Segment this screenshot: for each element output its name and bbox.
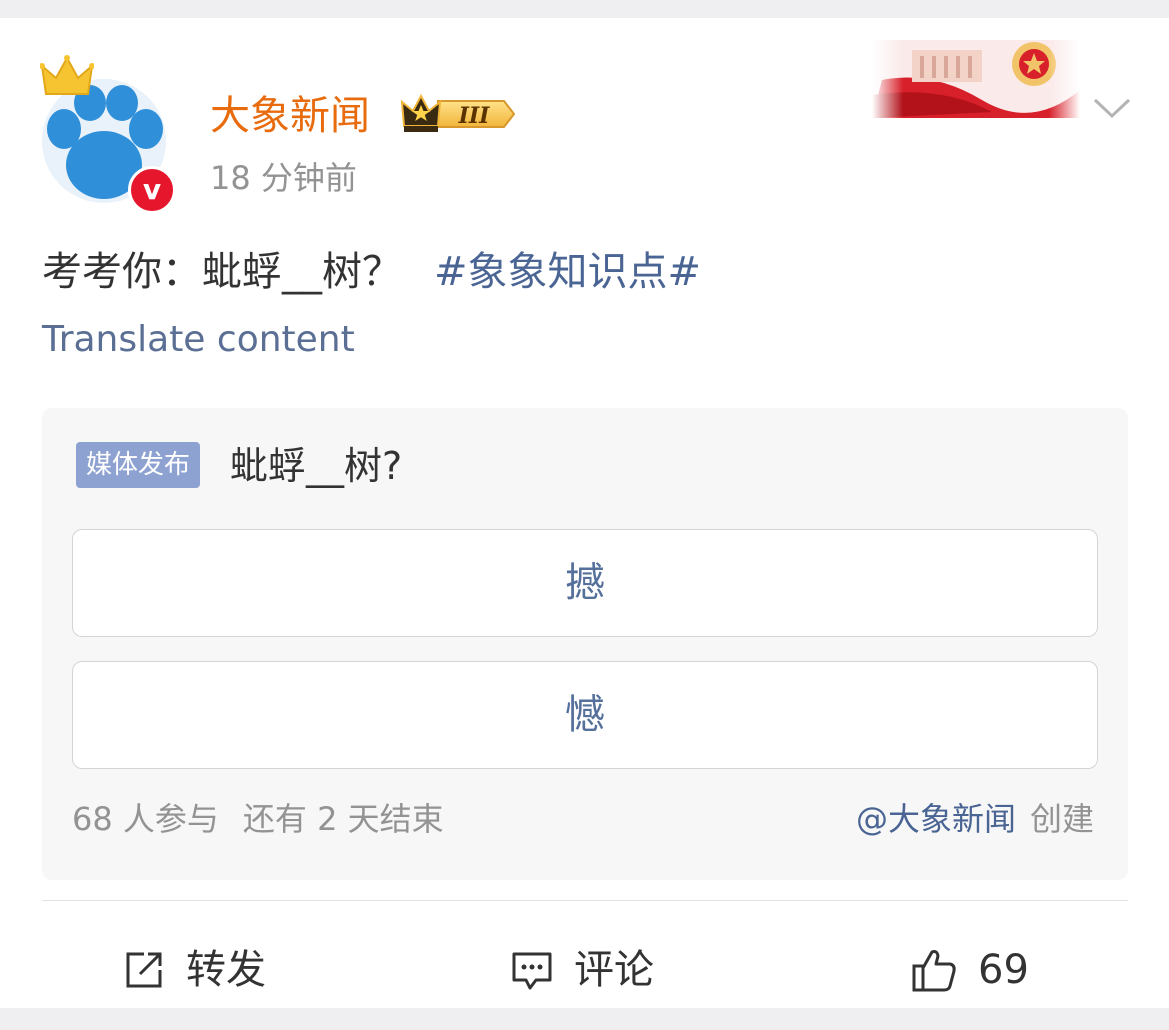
- hashtag-link[interactable]: #象象知识点#: [434, 249, 701, 295]
- comment-icon: [512, 952, 552, 990]
- repost-label: 转发: [186, 947, 266, 993]
- post-card: v 大象新闻 III 18 分钟前 考考你：蚍蜉__树？ #象象知识点# Tra…: [0, 18, 1169, 1008]
- banner-decoration-image: [872, 40, 1080, 118]
- comment-button[interactable]: 评论: [510, 942, 654, 998]
- thumbs-up-icon: [912, 950, 956, 992]
- chevron-down-icon[interactable]: [1092, 94, 1132, 122]
- action-divider: [42, 900, 1128, 901]
- poll-card: 媒体发布 蚍蜉__树? 撼 憾 68 人参与 还有 2 天结束 @大象新闻 创建: [42, 408, 1128, 880]
- verified-icon: v: [128, 166, 176, 214]
- level-badge-text: III: [458, 103, 491, 129]
- poll-meta: 68 人参与 还有 2 天结束: [72, 798, 444, 840]
- repost-button[interactable]: 转发: [122, 942, 266, 998]
- poll-creator-link[interactable]: @大象新闻: [856, 800, 1016, 838]
- poll-option-button[interactable]: 憾: [72, 661, 1098, 769]
- crown-icon: [40, 55, 94, 95]
- author-name[interactable]: 大象新闻: [210, 90, 370, 142]
- poll-creator: @大象新闻 创建: [856, 798, 1094, 840]
- share-icon: [126, 952, 162, 988]
- post-time: 18 分钟前: [210, 159, 357, 197]
- poll-tag-badge: 媒体发布: [76, 442, 201, 488]
- poll-question: 蚍蜉__树?: [230, 444, 403, 488]
- like-count: 69: [978, 947, 1029, 993]
- like-button[interactable]: 69: [910, 942, 1029, 998]
- crown-level-icon[interactable]: III: [400, 92, 518, 136]
- poll-participants: 68 人参与: [72, 800, 219, 838]
- post-body: 考考你：蚍蜉__树？ #象象知识点#: [42, 244, 701, 300]
- poll-deadline: 还有 2 天结束: [242, 800, 444, 838]
- author-avatar[interactable]: v: [40, 54, 176, 214]
- poll-option-button[interactable]: 撼: [72, 529, 1098, 637]
- poll-created-label: 创建: [1029, 800, 1094, 838]
- comment-label: 评论: [574, 947, 654, 993]
- translate-link[interactable]: Translate content: [42, 316, 355, 364]
- post-text: 考考你：蚍蜉__树？: [42, 249, 402, 295]
